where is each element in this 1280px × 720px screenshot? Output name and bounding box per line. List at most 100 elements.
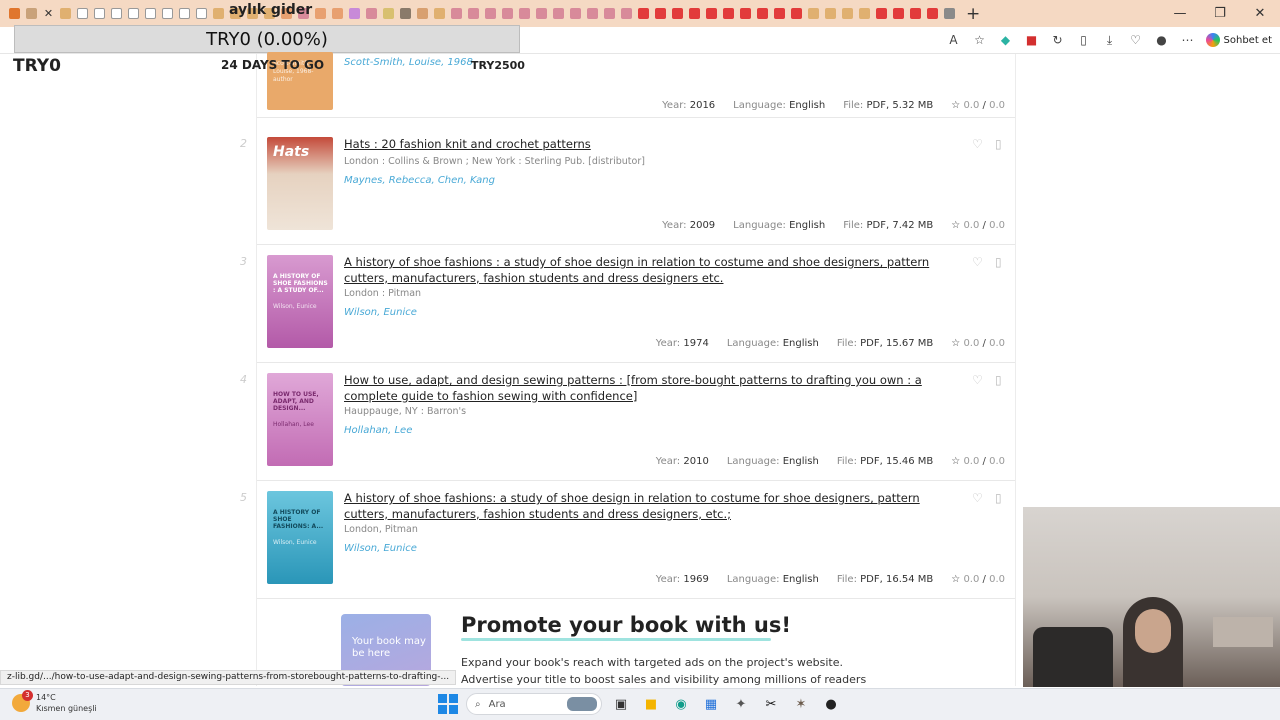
book-language: Language: English [733, 100, 826, 111]
taskbar-search[interactable]: ⌕ Ara [466, 693, 602, 715]
promo-underline [461, 638, 771, 641]
profile-avatar-icon[interactable]: ● [1154, 33, 1170, 47]
book-cover-title: Hats [273, 144, 310, 160]
book-cover-title: A HISTORY OF SHOE FASHIONS : A STUDY OF.… [273, 273, 328, 294]
favorite-heart-icon[interactable]: ♡ [972, 137, 983, 151]
refresh-icon[interactable]: ↻ [1050, 33, 1066, 47]
book-cover-title: A HISTORY OF SHOE FASHIONS: A... [273, 509, 324, 530]
book-publisher: Hauppauge, NY : Barron's [344, 406, 467, 417]
task-view-icon[interactable]: ▣ [610, 693, 632, 715]
book-file: File: PDF, 15.46 MB [836, 456, 934, 467]
promo-image-text: Your book may be here [352, 636, 426, 659]
book-year: Year: 2009 [662, 220, 716, 231]
split-screen-icon[interactable]: ▯ [1076, 33, 1092, 47]
book-number: 3 [240, 255, 247, 268]
file-explorer-icon[interactable]: ■ [640, 693, 662, 715]
promo-text: Expand your book's reach with targeted a… [461, 655, 1001, 688]
browser-essentials-icon[interactable]: ♡ [1128, 33, 1144, 47]
book-cover[interactable]: HOW TO USE, ADAPT, AND DESIGN... Hollaha… [267, 373, 333, 466]
bookmark-icon[interactable]: ▯ [995, 137, 1002, 151]
copilot-chat-label: Sohbet et [1223, 34, 1272, 46]
downloads-icon[interactable]: ⤓ [1102, 33, 1118, 48]
tab[interactable] [210, 0, 227, 27]
bookmark-icon[interactable]: ▯ [995, 373, 1002, 387]
book-title-link[interactable]: A history of shoe fashions : a study of … [344, 255, 966, 286]
close-window-icon[interactable]: ✕ [1240, 0, 1280, 27]
app-icon[interactable]: ✦ [730, 693, 752, 715]
book-language: Language: English [726, 338, 819, 349]
gimp-icon[interactable]: ✶ [790, 693, 812, 715]
promo-line-2: Advertise your title to boost sales and … [461, 672, 867, 686]
book-item: 4 HOW TO USE, ADAPT, AND DESIGN... Holla… [240, 363, 1015, 481]
book-title-link[interactable]: How to use, adapt, and design sewing pat… [344, 373, 966, 404]
tab[interactable] [91, 0, 108, 27]
book-cover[interactable]: Hats [267, 137, 333, 230]
favorite-heart-icon[interactable]: ♡ [972, 491, 983, 505]
tab[interactable] [193, 0, 210, 27]
copilot-chat-button[interactable]: Sohbet et [1205, 33, 1272, 47]
book-year: Year: 1974 [655, 338, 709, 349]
book-language: Language: English [726, 456, 819, 467]
book-title-link[interactable]: Hats : 20 fashion knit and crochet patte… [344, 137, 966, 153]
weather-widget[interactable]: 3 14°C Kısmen güneşli [12, 690, 97, 714]
close-tab-icon[interactable]: ✕ [40, 0, 57, 27]
search-icon: ⌕ [475, 698, 481, 710]
more-menu-icon[interactable]: ⋯ [1180, 33, 1196, 47]
book-author[interactable]: Wilson, Eunice [344, 307, 417, 318]
tab[interactable] [74, 0, 91, 27]
book-cover[interactable]: A HISTORY OF SHOE FASHIONS: A... Wilson,… [267, 491, 333, 584]
book-author[interactable]: Wilson, Eunice [344, 543, 417, 554]
book-cover[interactable]: A HISTORY OF SHOE FASHIONS : A STUDY OF.… [267, 255, 333, 348]
book-language: Language: English [733, 220, 826, 231]
tab[interactable] [142, 0, 159, 27]
book-author[interactable]: Maynes, Rebecca, Chen, Kang [344, 175, 495, 186]
promo-line-1: Expand your book's reach with targeted a… [461, 656, 843, 669]
book-cover-title: HOW TO USE, ADAPT, AND DESIGN... [273, 391, 319, 412]
bookmark-icon[interactable]: ▯ [995, 255, 1002, 269]
tab[interactable] [176, 0, 193, 27]
webcam-overlay [1023, 507, 1280, 687]
book-year: Year: 2016 [662, 100, 716, 111]
book-file: File: PDF, 16.54 MB [836, 574, 934, 585]
obs-icon[interactable]: ● [820, 693, 842, 715]
capcut-icon[interactable]: ✂ [760, 693, 782, 715]
book-title-link[interactable]: A history of shoe fashions: a study of s… [344, 491, 966, 522]
store-icon[interactable]: ▦ [700, 693, 722, 715]
book-number: 2 [240, 137, 247, 150]
book-meta: Year: 2009 Language: English File: PDF, … [662, 220, 1005, 231]
book-publisher: London : Pitman [344, 288, 422, 299]
windows-start-icon[interactable] [438, 694, 458, 714]
book-publisher: London : Collins & Brown ; New York : St… [344, 156, 645, 167]
search-placeholder: Ara [488, 698, 506, 710]
tab[interactable] [6, 0, 23, 27]
favorite-heart-icon[interactable]: ♡ [972, 255, 983, 269]
tab[interactable] [23, 0, 40, 27]
bookmark-icon[interactable]: ▯ [995, 491, 1002, 505]
edge-browser-icon[interactable]: ◉ [670, 693, 692, 715]
tab[interactable] [125, 0, 142, 27]
book-item: 5 A HISTORY OF SHOE FASHIONS: A... Wilso… [240, 481, 1015, 599]
book-rating: ☆ 0.0 / 0.0 [951, 338, 1005, 349]
budget-days-to-go: 24 DAYS TO GO [221, 58, 325, 72]
weather-desc: Kısmen güneşli [36, 704, 97, 713]
webcam-chair [1033, 627, 1113, 687]
favorite-heart-icon[interactable]: ♡ [972, 373, 983, 387]
book-item: 2 Hats Hats : 20 fashion knit and croche… [240, 127, 1015, 245]
extension-icon[interactable]: ■ [1024, 33, 1040, 47]
tab[interactable] [108, 0, 125, 27]
notification-badge: 3 [22, 690, 33, 701]
book-author[interactable]: Hollahan, Lee [344, 425, 412, 436]
book-publisher: London, Pitman [344, 524, 418, 535]
tab[interactable] [57, 0, 74, 27]
book-author[interactable]: Scott-Smith, Louise, 1968- [344, 57, 476, 68]
taskbar-apps: ⌕ Ara ▣ ■ ◉ ▦ ✦ ✂ ✶ ● [438, 693, 842, 715]
book-meta: Year: 2016 Language: English File: PDF, … [662, 100, 1005, 111]
book-number: 4 [240, 373, 247, 386]
book-year: Year: 2010 [655, 456, 709, 467]
book-number: 5 [240, 491, 247, 504]
minimize-icon[interactable]: — [1160, 0, 1200, 27]
maximize-icon[interactable]: ❐ [1200, 0, 1240, 27]
tab[interactable] [159, 0, 176, 27]
book-file: File: PDF, 15.67 MB [836, 338, 934, 349]
book-rating: ☆ 0.0 / 0.0 [951, 100, 1005, 111]
